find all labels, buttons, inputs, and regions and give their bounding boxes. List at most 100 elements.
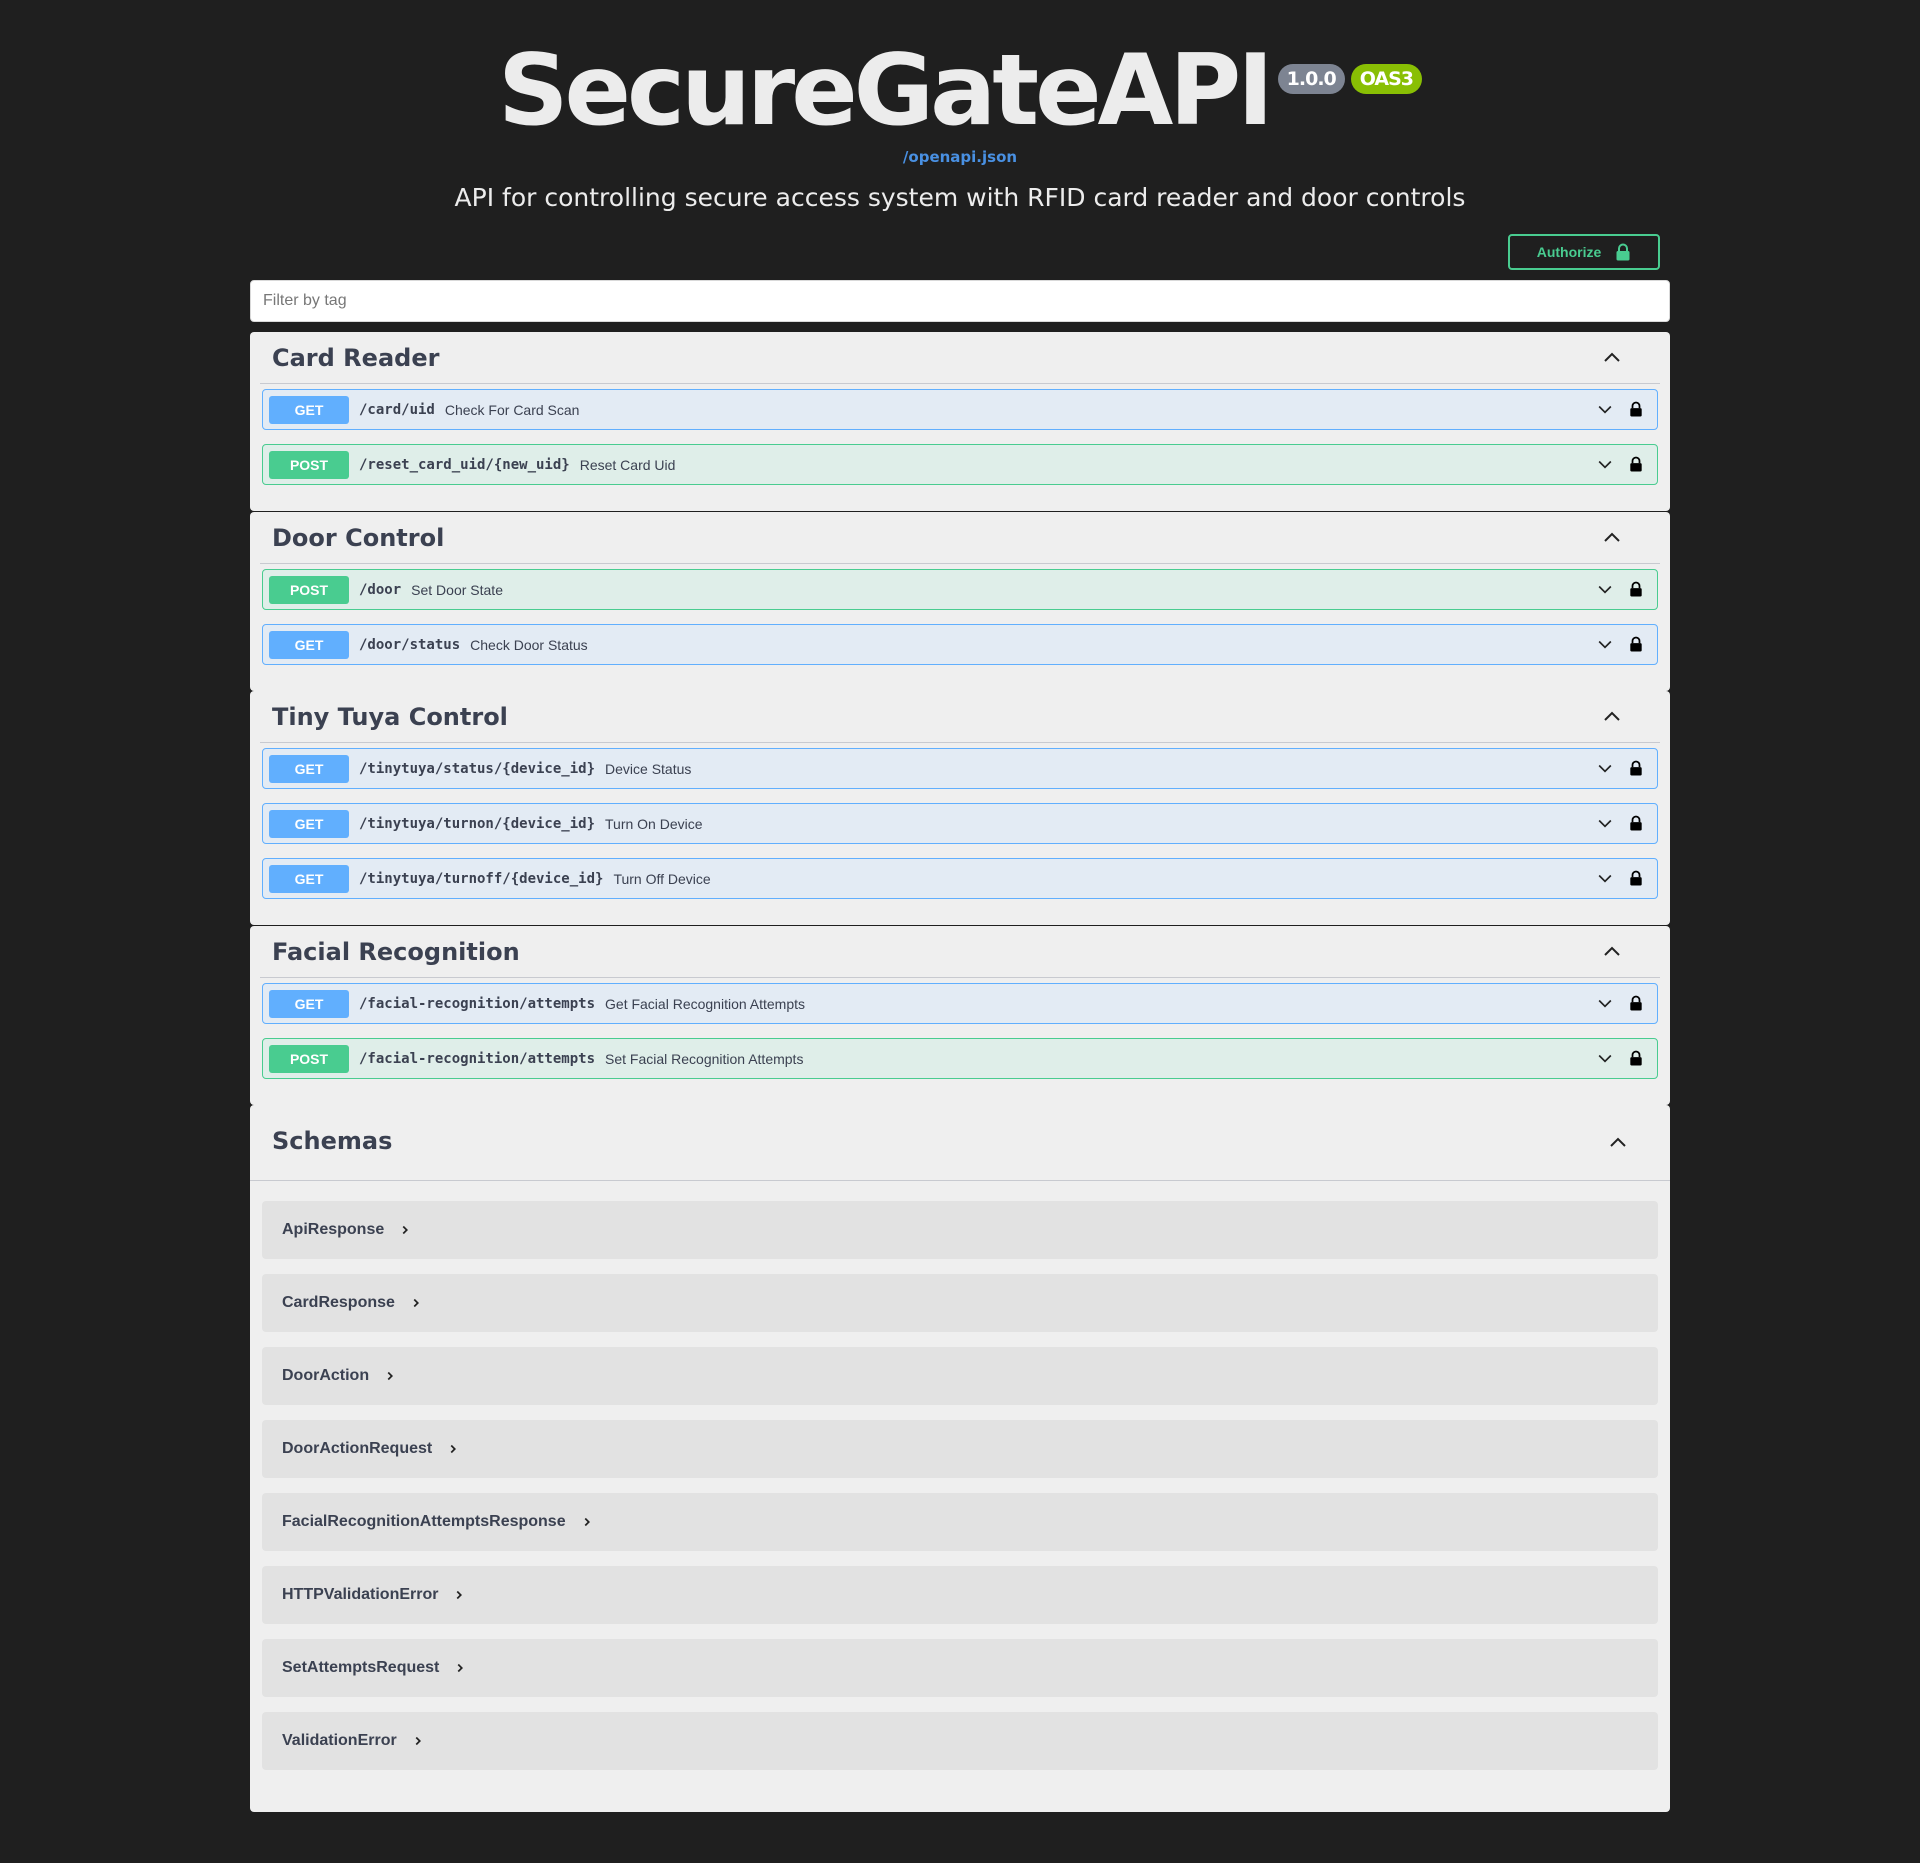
tag-title: Tiny Tuya Control <box>272 703 508 731</box>
operation-path: /tinytuya/status/{device_id} <box>359 760 596 777</box>
model-name: FacialRecognitionAttemptsResponse <box>282 1513 566 1530</box>
lock-icon[interactable] <box>1629 635 1643 653</box>
lock-icon[interactable] <box>1629 455 1643 473</box>
schema-model[interactable]: HTTPValidationError <box>262 1566 1658 1624</box>
chevron-up-icon[interactable] <box>1600 705 1624 729</box>
chevron-down-icon[interactable] <box>1595 634 1615 654</box>
schema-model[interactable]: SetAttemptsRequest <box>262 1639 1658 1697</box>
model-name: HTTPValidationError <box>282 1586 439 1603</box>
lock-icon[interactable] <box>1629 814 1643 832</box>
chevron-down-icon[interactable] <box>1595 1048 1615 1068</box>
version-badge: 1.0.0 <box>1277 64 1345 94</box>
chevron-up-icon[interactable] <box>1600 940 1624 964</box>
operation-row[interactable]: GET/tinytuya/turnoff/{device_id} Turn Off… <box>262 858 1658 899</box>
authorize-label: Authorize <box>1536 244 1602 260</box>
chevron-right-icon[interactable] <box>452 1588 466 1602</box>
schema-model[interactable]: CardResponse <box>262 1274 1658 1332</box>
chevron-down-icon[interactable] <box>1595 758 1615 778</box>
schemas-header[interactable]: Schemas <box>250 1105 1670 1181</box>
operation-summary: Turn Off Device <box>613 870 711 887</box>
schemas-title: Schemas <box>272 1127 393 1155</box>
chevron-down-icon[interactable] <box>1595 579 1615 599</box>
model-name: DoorActionRequest <box>282 1440 433 1457</box>
operation-summary: Check For Card Scan <box>444 401 580 418</box>
schema-model[interactable]: ApiResponse <box>262 1201 1658 1259</box>
chevron-down-icon[interactable] <box>1595 813 1615 833</box>
chevron-right-icon[interactable] <box>446 1442 460 1456</box>
operation-row[interactable]: GET/card/uid Check For Card Scan <box>262 389 1658 430</box>
tag-header[interactable]: Door Control <box>260 512 1660 564</box>
schema-model[interactable]: ValidationError <box>262 1712 1658 1770</box>
operation-path: /facial-recognition/attempts <box>359 995 596 1012</box>
operation-path: /facial-recognition/attempts <box>359 1050 596 1067</box>
operation-icons <box>1595 1048 1643 1068</box>
schema-model[interactable]: DoorActionRequest <box>262 1420 1658 1478</box>
tag-title: Card Reader <box>272 344 440 372</box>
chevron-right-icon[interactable] <box>409 1296 423 1310</box>
oas-badge: OAS3 <box>1350 64 1423 94</box>
api-description: API for controlling secure access system… <box>454 183 1466 212</box>
operation-row[interactable]: GET/facial-recognition/attempts Get Facia… <box>262 983 1658 1024</box>
method-badge: POST <box>269 575 349 604</box>
chevron-down-icon[interactable] <box>1595 868 1615 888</box>
operation-row[interactable]: POST/door Set Door State <box>262 569 1658 610</box>
tag-header[interactable]: Facial Recognition <box>260 926 1660 978</box>
model-name: SetAttemptsRequest <box>282 1659 440 1676</box>
operation-summary: Check Door Status <box>470 636 588 653</box>
chevron-right-icon[interactable] <box>398 1223 412 1237</box>
tag-header[interactable]: Card Reader <box>260 332 1660 384</box>
operation-path: /tinytuya/turnoff/{device_id} <box>359 870 604 887</box>
tag-section: Card Reader GET/card/uid Check For Card Sc… <box>250 332 1670 511</box>
operation-path: /card/uid <box>359 401 435 418</box>
operation-row[interactable]: GET/tinytuya/turnon/{device_id} Turn On D… <box>262 803 1658 844</box>
swagger-page: SecureGateAPI 1.0.0 OAS3 /openapi.json A… <box>0 0 1920 1863</box>
model-name: DoorAction <box>282 1367 370 1384</box>
operation-summary: Get Facial Recognition Attempts <box>605 995 806 1012</box>
tag-title: Door Control <box>272 524 445 552</box>
tag-section: Door Control POST/door Set Door State GET/d… <box>250 512 1670 691</box>
schema-model[interactable]: FacialRecognitionAttemptsResponse <box>262 1493 1658 1551</box>
lock-icon[interactable] <box>1629 759 1643 777</box>
authorize-button[interactable]: Authorize <box>1508 234 1660 270</box>
operation-path: /reset_card_uid/{new_uid} <box>359 456 570 473</box>
schema-model[interactable]: DoorAction <box>262 1347 1658 1405</box>
method-badge: POST <box>269 450 349 479</box>
operation-icons <box>1595 579 1643 599</box>
tag-title: Facial Recognition <box>272 938 520 966</box>
schemas-section: Schemas ApiResponse CardResponse DoorActio… <box>250 1105 1670 1812</box>
filter-by-tag-input[interactable] <box>250 280 1670 322</box>
chevron-right-icon[interactable] <box>383 1369 397 1383</box>
operation-row[interactable]: GET/door/status Check Door Status <box>262 624 1658 665</box>
chevron-up-icon[interactable] <box>1606 1131 1630 1155</box>
method-badge: GET <box>269 864 349 893</box>
chevron-up-icon[interactable] <box>1600 526 1624 550</box>
operation-row[interactable]: POST/reset_card_uid/{new_uid} Reset Card … <box>262 444 1658 485</box>
chevron-right-icon[interactable] <box>580 1515 594 1529</box>
tag-header[interactable]: Tiny Tuya Control <box>260 691 1660 743</box>
operation-row[interactable]: POST/facial-recognition/attempts Set Faci… <box>262 1038 1658 1079</box>
chevron-right-icon[interactable] <box>411 1734 425 1748</box>
operation-row[interactable]: GET/tinytuya/status/{device_id} Device St… <box>262 748 1658 789</box>
chevron-right-icon[interactable] <box>453 1661 467 1675</box>
chevron-down-icon[interactable] <box>1595 399 1615 419</box>
chevron-down-icon[interactable] <box>1595 454 1615 474</box>
method-badge: GET <box>269 989 349 1018</box>
lock-icon[interactable] <box>1629 869 1643 887</box>
chevron-down-icon[interactable] <box>1595 993 1615 1013</box>
lock-icon <box>1616 243 1630 261</box>
lock-icon[interactable] <box>1629 994 1643 1012</box>
lock-icon[interactable] <box>1629 400 1643 418</box>
method-badge: GET <box>269 630 349 659</box>
operation-icons <box>1595 454 1643 474</box>
title-row: SecureGateAPI 1.0.0 OAS3 <box>498 36 1423 146</box>
tag-section: Tiny Tuya Control GET/tinytuya/status/{de… <box>250 691 1670 925</box>
method-badge: GET <box>269 754 349 783</box>
lock-icon[interactable] <box>1629 1049 1643 1067</box>
tag-section: Facial Recognition GET/facial-recognition… <box>250 926 1670 1105</box>
lock-icon[interactable] <box>1629 580 1643 598</box>
operation-summary: Set Door State <box>411 581 503 598</box>
openapi-json-link[interactable]: /openapi.json <box>0 148 1920 166</box>
chevron-up-icon[interactable] <box>1600 346 1624 370</box>
operation-path: /door <box>359 581 402 598</box>
operation-summary: Set Facial Recognition Attempts <box>605 1050 804 1067</box>
